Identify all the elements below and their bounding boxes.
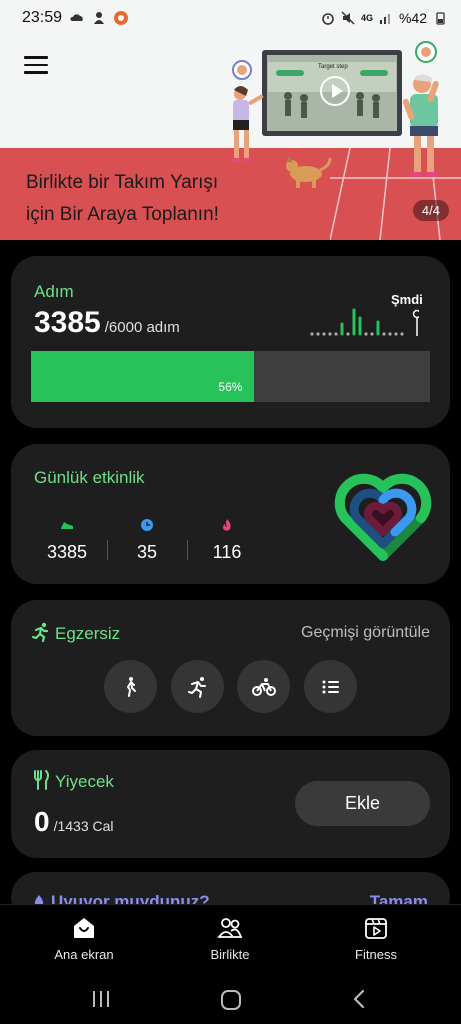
running-button[interactable] [171,660,224,713]
steps-progress-label: 56% [218,380,243,394]
steps-sparkline [310,308,419,336]
view-history-link[interactable]: Geçmişi görüntüle [301,624,430,642]
clock-icon [141,519,153,531]
nav-together-label: Birlikte [210,947,250,962]
status-bar: 23:59 4G %42 [0,0,461,36]
activity-steps-stat: 3385 [37,518,97,563]
recents-icon[interactable] [90,988,112,1010]
alarm-icon [322,13,334,25]
cycling-button[interactable] [237,660,290,713]
food-value-row: 0/1433 Cal [34,806,114,838]
exercise-list-button[interactable] [304,660,357,713]
nav-together[interactable]: Birlikte [170,915,290,962]
fitness-video-icon [365,918,387,939]
steps-value-row: 3385/6000 adım [34,306,180,340]
network-type: 4G [360,13,373,23]
walking-icon [126,676,136,697]
food-goal: /1433 Cal [53,818,114,834]
runner-woman-illustration [231,60,264,162]
activity-calories-value: 116 [212,542,242,562]
running-title-icon [31,622,49,642]
activity-steps-value: 3385 [46,542,88,562]
hamburger-icon[interactable] [24,56,48,76]
nav-fitness-label: Fitness [355,947,397,962]
steps-value: 3385 [34,306,101,339]
person-icon [94,12,105,24]
add-food-button[interactable]: Ekle [295,781,430,826]
signal-icon [379,14,390,24]
food-card[interactable]: Yiyecek 0/1433 Cal Ekle [11,750,450,858]
dog-illustration [286,156,332,188]
promo-banner[interactable]: Target step Birlikte bir Takım Yarışı iç… [0,0,461,240]
steps-title: Adım [34,282,74,301]
activity-time-stat: 35 [117,518,177,563]
daily-activity-card[interactable]: Günlük etkinlik 3385 35 116 [11,444,450,584]
cutlery-icon [34,770,49,790]
cycling-icon [251,677,276,696]
steps-progress-fill: 56% [31,351,255,402]
nav-fitness[interactable]: Fitness [316,915,436,962]
steps-goal: /6000 adım [104,319,180,336]
banner-title-line2: için Bir Araya Toplanın! [26,204,219,225]
activity-title: Günlük etkinlik [34,468,145,487]
activity-rings-icon [334,473,432,561]
nav-home[interactable]: Ana ekran [24,915,144,962]
billboard-caption: Target step [318,64,348,70]
home-circle-icon[interactable] [219,988,243,1012]
app-notification-icon [114,11,129,25]
running-icon [187,676,206,698]
food-title: Yiyecek [55,772,114,791]
banner-page-indicator: 4/4 [412,200,449,221]
food-value: 0 [34,806,50,837]
shoe-icon [61,522,73,529]
battery-percent: %42 [398,10,427,26]
cloud-icon [70,14,83,21]
flame-icon [223,519,231,531]
steps-card[interactable]: Adım 3385/6000 adım Şmdi 56% [11,256,450,428]
list-icon [322,680,339,693]
runner-man-illustration [402,41,439,177]
exercise-card[interactable]: Egzersiz Geçmişi görüntüle [11,600,450,736]
exercise-title: Egzersiz [55,624,121,643]
home-icon [74,918,94,938]
walking-button[interactable] [104,660,157,713]
bottom-navigation: Ana ekran Birlikte Fitness [0,904,461,976]
system-navigation-bar [0,976,461,1024]
stat-divider [187,540,188,560]
steps-progress-bar: 56% [31,351,430,402]
battery-icon [436,12,445,25]
banner-title: Birlikte bir Takım Yarışı için Bir Araya… [26,167,219,231]
play-icon[interactable] [320,76,350,106]
status-time: 23:59 [22,9,63,26]
mute-icon [341,11,355,25]
nav-home-label: Ana ekran [54,947,114,962]
activity-time-value: 35 [136,542,158,562]
people-icon [217,918,243,938]
banner-title-line1: Birlikte bir Takım Yarışı [26,172,219,193]
back-icon[interactable] [350,988,370,1010]
stat-divider [107,540,108,560]
activity-calories-stat: 116 [197,518,257,563]
